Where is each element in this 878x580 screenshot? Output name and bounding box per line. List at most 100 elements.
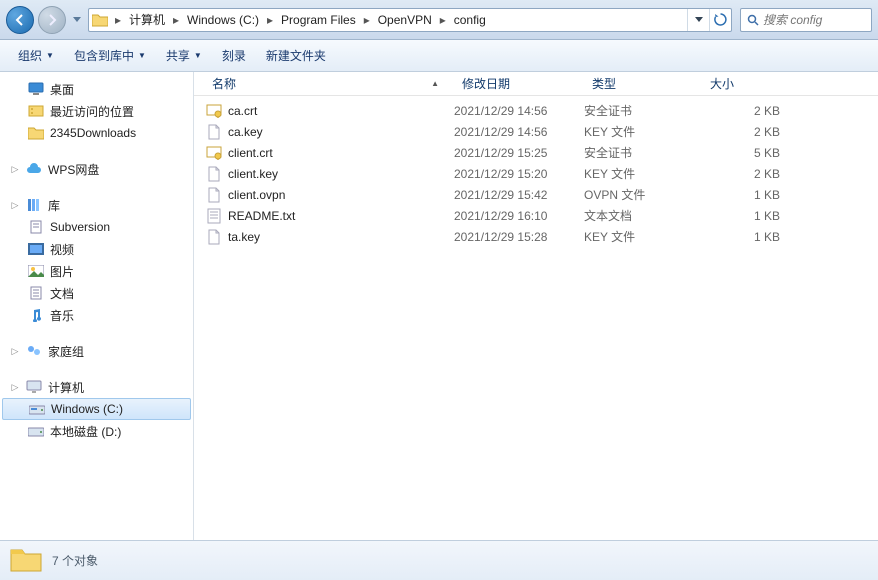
file-row[interactable]: client.crt2021/12/29 15:25安全证书5 KB <box>194 142 878 163</box>
expand-icon[interactable]: ▷ <box>10 200 20 211</box>
computer-icon <box>26 379 42 395</box>
file-date: 2021/12/29 14:56 <box>454 104 584 118</box>
breadcrumb-item[interactable]: config <box>450 9 490 31</box>
expand-icon[interactable]: ▷ <box>10 164 20 175</box>
sidebar-item-ddrive[interactable]: 本地磁盘 (D:) <box>0 420 193 442</box>
file-row[interactable]: ta.key2021/12/29 15:28KEY 文件1 KB <box>194 226 878 247</box>
column-date[interactable]: 修改日期 <box>454 72 584 95</box>
forward-button <box>38 6 66 34</box>
address-bar[interactable]: ▸ 计算机 ▸ Windows (C:) ▸ Program Files ▸ O… <box>88 8 732 32</box>
breadcrumb-item[interactable]: 计算机 <box>125 9 169 31</box>
sidebar-item-subversion[interactable]: Subversion <box>0 216 193 238</box>
sidebar-item-recent[interactable]: 最近访问的位置 <box>0 100 193 122</box>
expand-icon[interactable]: ▷ <box>10 346 20 357</box>
sidebar-label: 本地磁盘 (D:) <box>50 423 121 440</box>
sidebar-item-documents[interactable]: 文档 <box>0 282 193 304</box>
file-name: client.ovpn <box>228 188 285 202</box>
sort-indicator-icon: ▲ <box>431 79 439 88</box>
address-dropdown-button[interactable] <box>687 9 709 31</box>
breadcrumb-chevron[interactable]: ▸ <box>169 13 183 27</box>
search-input[interactable] <box>763 13 865 27</box>
column-label: 名称 <box>212 75 236 92</box>
file-name: ca.key <box>228 125 263 139</box>
sidebar-item-desktop[interactable]: 桌面 <box>0 78 193 100</box>
sidebar-label: 2345Downloads <box>50 126 136 140</box>
breadcrumb-item[interactable]: Program Files <box>277 9 360 31</box>
file-row[interactable]: client.ovpn2021/12/29 15:42OVPN 文件1 KB <box>194 184 878 205</box>
history-dropdown[interactable] <box>70 6 84 34</box>
file-list-pane: 名称 ▲ 修改日期 类型 大小 ca.crt 2021/12/29 14:56安全… <box>194 72 878 540</box>
file-icon <box>206 124 222 140</box>
burn-button[interactable]: 刻录 <box>214 43 254 68</box>
video-icon <box>28 241 44 257</box>
file-type: 文本文档 <box>584 207 702 224</box>
file-date: 2021/12/29 14:56 <box>454 125 584 139</box>
sidebar-item-homegroup[interactable]: ▷ 家庭组 <box>0 340 193 362</box>
sidebar-label: WPS网盘 <box>48 161 99 178</box>
navigation-pane[interactable]: 桌面 最近访问的位置 2345Downloads ▷ WPS网盘 ▷ 库 <box>0 72 194 540</box>
sidebar-item-cdrive[interactable]: Windows (C:) <box>2 398 191 420</box>
column-headers: 名称 ▲ 修改日期 类型 大小 <box>194 72 878 96</box>
breadcrumb-chevron[interactable]: ▸ <box>263 13 277 27</box>
toolbar: 组织 ▼ 包含到库中 ▼ 共享 ▼ 刻录 新建文件夹 <box>0 40 878 72</box>
file-type: KEY 文件 <box>584 123 702 140</box>
file-icon <box>206 208 222 224</box>
column-name[interactable]: 名称 ▲ <box>194 72 454 95</box>
sidebar-item-pictures[interactable]: 图片 <box>0 260 193 282</box>
sidebar-item-libraries[interactable]: ▷ 库 <box>0 194 193 216</box>
folder-icon <box>10 545 42 577</box>
file-type: KEY 文件 <box>584 228 702 245</box>
include-in-library-button[interactable]: 包含到库中 ▼ <box>66 43 154 68</box>
breadcrumb-chevron[interactable]: ▸ <box>360 13 374 27</box>
status-text: 7 个对象 <box>52 552 98 569</box>
file-icon <box>206 145 222 161</box>
file-size: 2 KB <box>702 125 792 139</box>
breadcrumb-item[interactable]: OpenVPN <box>374 9 436 31</box>
sidebar-item-computer[interactable]: ▷ 计算机 <box>0 376 193 398</box>
sidebar-label: 最近访问的位置 <box>50 103 134 120</box>
share-button[interactable]: 共享 ▼ <box>158 43 210 68</box>
file-name: README.txt <box>228 209 295 223</box>
sidebar-label: Subversion <box>50 220 110 234</box>
chevron-down-icon <box>73 17 81 23</box>
status-bar: 7 个对象 <box>0 540 878 580</box>
toolbar-label: 刻录 <box>222 47 246 64</box>
sidebar-item-wps[interactable]: ▷ WPS网盘 <box>0 158 193 180</box>
sidebar-item-videos[interactable]: 视频 <box>0 238 193 260</box>
file-name: ca.crt <box>228 104 257 118</box>
recent-icon <box>28 103 44 119</box>
arrow-left-icon <box>13 13 27 27</box>
file-icon <box>206 229 222 245</box>
file-type: 安全证书 <box>584 102 702 119</box>
file-date: 2021/12/29 15:28 <box>454 230 584 244</box>
picture-icon <box>28 263 44 279</box>
toolbar-label: 新建文件夹 <box>266 47 326 64</box>
file-row[interactable]: client.key2021/12/29 15:20KEY 文件2 KB <box>194 163 878 184</box>
music-icon <box>28 307 44 323</box>
expand-icon[interactable]: ▷ <box>10 382 20 393</box>
file-type: OVPN 文件 <box>584 186 702 203</box>
file-row[interactable]: ca.crt2021/12/29 14:56安全证书2 KB <box>194 100 878 121</box>
file-size: 1 KB <box>702 188 792 202</box>
file-row[interactable]: ca.key 2021/12/29 14:56KEY 文件2 KB <box>194 121 878 142</box>
arrow-right-icon <box>45 13 59 27</box>
navigation-bar: ▸ 计算机 ▸ Windows (C:) ▸ Program Files ▸ O… <box>0 0 878 40</box>
sidebar-item-downloads[interactable]: 2345Downloads <box>0 122 193 144</box>
breadcrumb-root-chevron[interactable]: ▸ <box>111 13 125 27</box>
sidebar-label: 文档 <box>50 285 74 302</box>
file-row[interactable]: README.txt2021/12/29 16:10文本文档1 KB <box>194 205 878 226</box>
breadcrumb-item[interactable]: Windows (C:) <box>183 9 263 31</box>
folder-icon <box>89 13 111 27</box>
column-type[interactable]: 类型 <box>584 72 702 95</box>
search-box[interactable] <box>740 8 872 32</box>
column-size[interactable]: 大小 <box>702 72 792 95</box>
refresh-button[interactable] <box>709 9 731 31</box>
organize-button[interactable]: 组织 ▼ <box>10 43 62 68</box>
new-folder-button[interactable]: 新建文件夹 <box>258 43 334 68</box>
file-list[interactable]: ca.crt 2021/12/29 14:56安全证书2 KB ca.key 2021… <box>194 96 878 540</box>
sidebar-label: 图片 <box>50 263 74 280</box>
back-button[interactable] <box>6 6 34 34</box>
explorer-body: 桌面 最近访问的位置 2345Downloads ▷ WPS网盘 ▷ 库 <box>0 72 878 540</box>
breadcrumb-chevron[interactable]: ▸ <box>436 13 450 27</box>
sidebar-item-music[interactable]: 音乐 <box>0 304 193 326</box>
